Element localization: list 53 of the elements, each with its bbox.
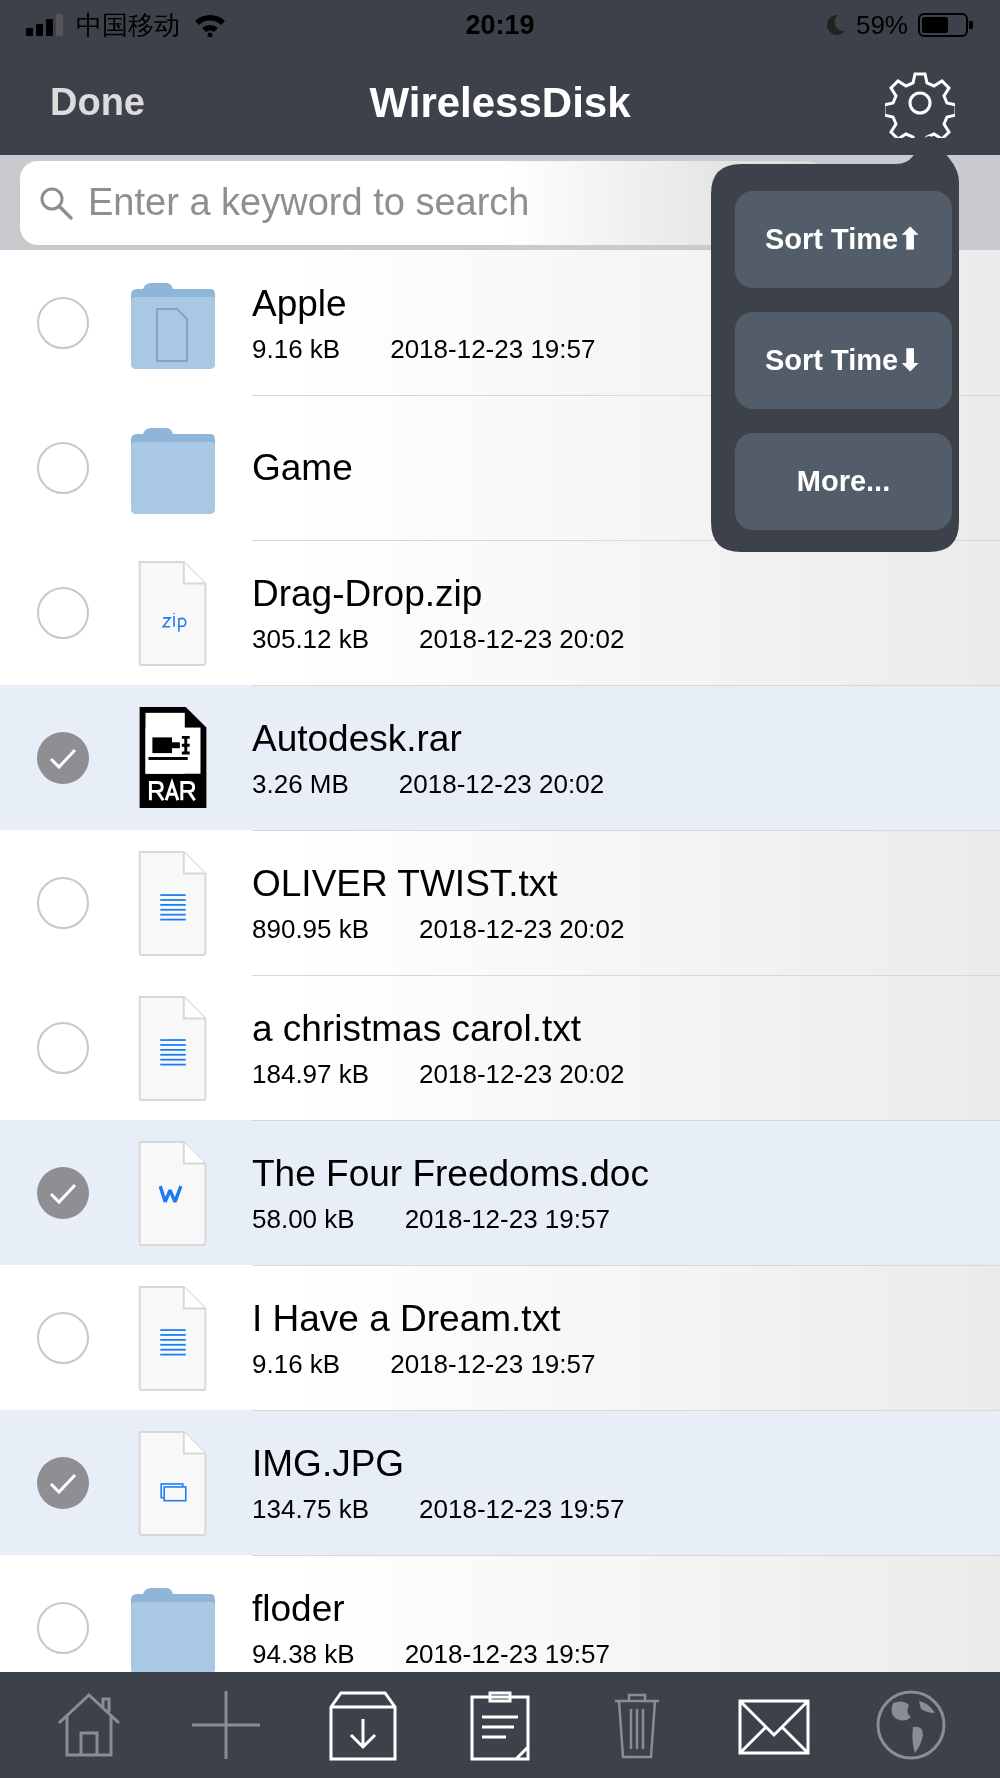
file-name: The Four Freedoms.doc bbox=[252, 1152, 649, 1196]
file-row[interactable]: Autodesk.rar 3.26 MB 2018-12-23 20:02 bbox=[0, 685, 1000, 830]
file-size: 58.00 kB bbox=[252, 1203, 355, 1235]
sort-menu-item[interactable]: More... bbox=[735, 433, 952, 530]
clock-time: 20:19 bbox=[465, 8, 535, 42]
unchecked-circle-icon[interactable] bbox=[37, 1021, 89, 1074]
file-name: I Have a Dream.txt bbox=[252, 1297, 561, 1341]
file-name: Autodesk.rar bbox=[252, 717, 462, 761]
file-size: 134.75 kB bbox=[252, 1493, 370, 1525]
unchecked-circle-icon[interactable] bbox=[37, 586, 89, 639]
done-button[interactable]: Done bbox=[50, 74, 145, 131]
unchecked-circle-icon[interactable] bbox=[37, 1601, 89, 1654]
signal-icon bbox=[26, 14, 66, 36]
file-size: 184.97 kB bbox=[252, 1058, 370, 1090]
file-name: a christmas carol.txt bbox=[252, 1007, 581, 1051]
unchecked-circle-icon[interactable] bbox=[37, 296, 89, 349]
file-name: Apple bbox=[252, 281, 347, 326]
file-date: 2018-12-23 19:57 bbox=[390, 1348, 596, 1380]
file-name: floder bbox=[252, 1587, 345, 1631]
checked-circle-icon[interactable] bbox=[37, 1166, 89, 1219]
file-date: 2018-12-23 19:57 bbox=[404, 1638, 610, 1670]
file-size: 94.38 kB bbox=[252, 1638, 355, 1670]
file-date: 2018-12-23 20:02 bbox=[398, 768, 605, 800]
sort-menu-item[interactable]: Sort Time⬇ bbox=[735, 312, 952, 409]
checked-circle-icon[interactable] bbox=[37, 731, 89, 784]
carrier-name: 中国移动 bbox=[76, 8, 180, 42]
file-date: 2018-12-23 19:57 bbox=[390, 332, 596, 365]
checked-circle-icon[interactable] bbox=[37, 1456, 89, 1509]
moon-icon bbox=[825, 14, 846, 36]
file-row[interactable]: IMG.JPG 134.75 kB 2018-12-23 19:57 bbox=[0, 1410, 1000, 1555]
file-size: 890.95 kB bbox=[252, 913, 370, 945]
file-name: Drag-Drop.zip bbox=[252, 572, 483, 616]
unchecked-circle-icon[interactable] bbox=[37, 1311, 89, 1364]
file-date: 2018-12-23 19:57 bbox=[419, 1493, 625, 1525]
battery-percentage: 59% bbox=[855, 8, 908, 42]
file-date: 2018-12-23 20:02 bbox=[419, 913, 625, 945]
sort-menu-item[interactable]: Sort Time⬆ bbox=[735, 191, 952, 288]
file-size: 3.26 MB bbox=[252, 768, 349, 800]
battery-icon bbox=[918, 13, 974, 37]
file-date: 2018-12-23 19:57 bbox=[404, 1203, 610, 1235]
file-size: 9.16 kB bbox=[252, 332, 341, 365]
file-name: Game bbox=[252, 446, 353, 490]
file-date: 2018-12-23 20:02 bbox=[419, 1058, 625, 1090]
file-name: IMG.JPG bbox=[252, 1442, 405, 1486]
unchecked-circle-icon[interactable] bbox=[37, 441, 89, 494]
file-size: 305.12 kB bbox=[252, 623, 370, 655]
unchecked-circle-icon[interactable] bbox=[37, 876, 89, 929]
app-title: WirelessDisk bbox=[369, 78, 631, 128]
file-name: OLIVER TWIST.txt bbox=[252, 862, 558, 906]
file-row[interactable]: The Four Freedoms.doc 58.00 kB 2018-12-23 19:57 bbox=[0, 1120, 1000, 1265]
file-date: 2018-12-23 20:02 bbox=[419, 623, 625, 655]
file-size: 9.16 kB bbox=[252, 1348, 341, 1380]
wifi-icon bbox=[194, 13, 226, 37]
